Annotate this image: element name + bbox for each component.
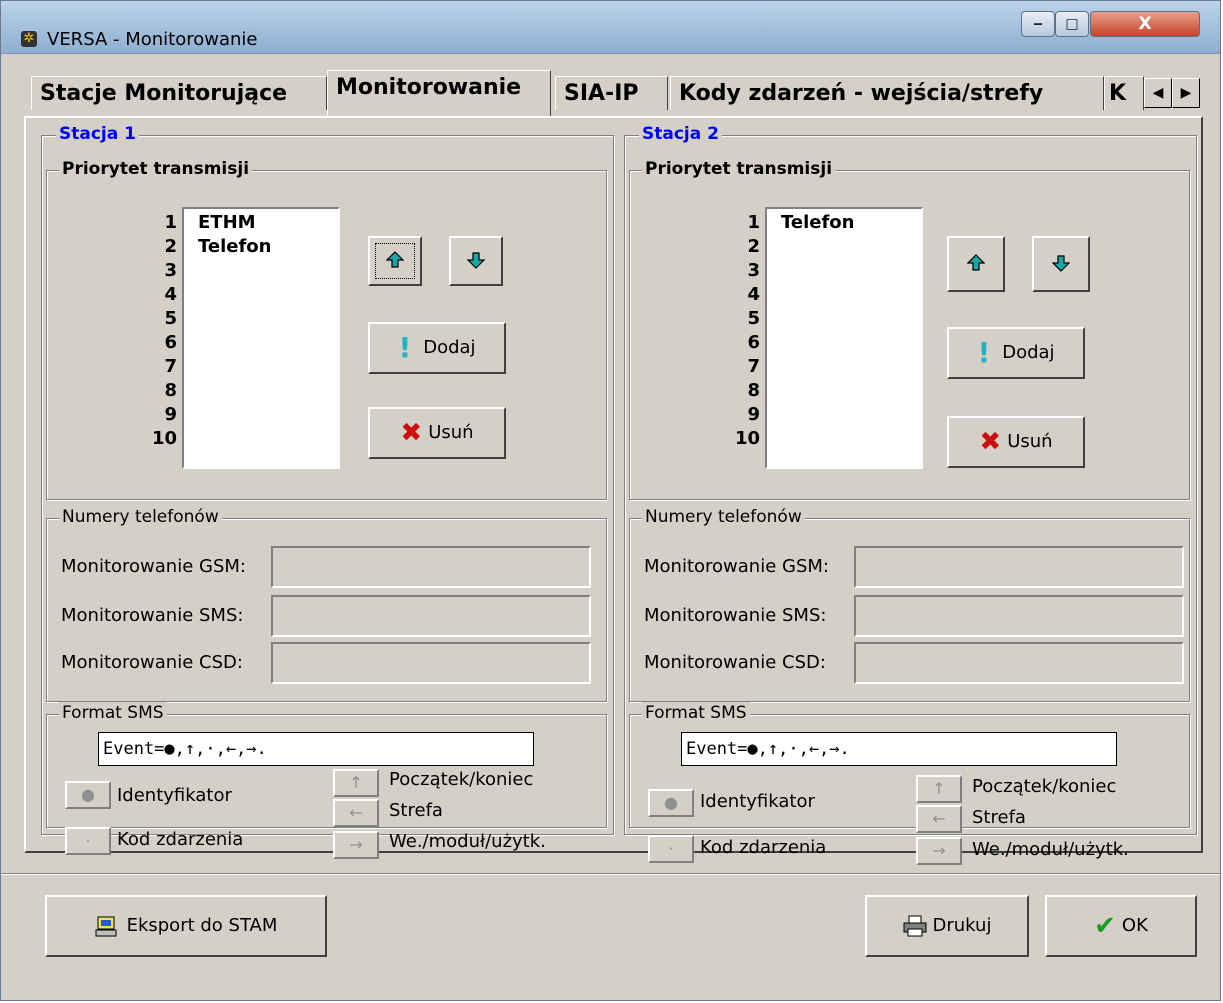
ok-button[interactable]: ✔ OK: [1045, 895, 1197, 957]
station-2-gsm-label: Monitorowanie GSM:: [644, 556, 829, 577]
arrow-down-icon: [1052, 255, 1070, 272]
station-2-priority-title: Priorytet transmisji: [642, 158, 836, 180]
red-x-icon: ✖: [400, 418, 423, 448]
station-2-zone-button[interactable]: ←: [916, 805, 962, 833]
station-1-priority-numbers: 1 2 3 4 5 6 7 8 9 10: [151, 212, 177, 449]
station-1-gsm-label: Monitorowanie GSM:: [61, 556, 246, 577]
station-2-zone-label: Strefa: [972, 807, 1026, 828]
station-2-identifier-label: Identyfikator: [700, 791, 815, 812]
station-1-csd-label: Monitorowanie CSD:: [61, 652, 243, 673]
station-1-identifier-label: Identyfikator: [117, 785, 232, 806]
maximize-button[interactable]: □: [1055, 11, 1089, 37]
station-2-sms-field[interactable]: [854, 595, 1184, 637]
station-2-remove-button[interactable]: ✖ Usuń: [947, 416, 1085, 468]
station-2-sms-format-group: Format SMS Event=●,↑,·,←,→. ● Identyfika…: [629, 702, 1190, 865]
station-2-remove-label: Usuń: [1007, 431, 1053, 452]
checkmark-icon: ✔: [1094, 911, 1116, 941]
station-2-input-module-button[interactable]: →: [916, 837, 962, 865]
tab-sia-ip[interactable]: SIA-IP: [555, 76, 668, 110]
tab-scroll-right-icon[interactable]: ▶: [1172, 78, 1200, 108]
station-2-move-down-button[interactable]: [1032, 236, 1090, 292]
station-2-move-up-button[interactable]: [947, 236, 1005, 292]
tab-scroll-left-icon[interactable]: ◀: [1144, 78, 1172, 108]
station-1-priority-group: Priorytet transmisji 1 2 3 4 5 6 7 8 9 1…: [46, 158, 607, 500]
station-2-phones-title: Numery telefonów: [642, 506, 805, 528]
station-1-title: Stacja 1: [56, 123, 139, 145]
exclamation-icon: !: [398, 331, 412, 364]
station-1-phones-title: Numery telefonów: [59, 506, 222, 528]
station-2-add-label: Dodaj: [1002, 342, 1055, 363]
station-2-add-button[interactable]: ! Dodaj: [947, 327, 1085, 379]
station-1-priority-list[interactable]: ETHM Telefon: [182, 207, 340, 469]
station-1-add-button[interactable]: ! Dodaj: [368, 322, 506, 374]
station-2-csd-label: Monitorowanie CSD:: [644, 652, 826, 673]
station-1-phones-group: Numery telefonów Monitorowanie GSM: Moni…: [46, 506, 607, 702]
export-to-stam-label: Eksport do STAM: [126, 915, 278, 936]
station-1-identifier-button[interactable]: ●: [65, 781, 111, 809]
arrow-up-icon: [967, 254, 985, 271]
export-to-stam-button[interactable]: Eksport do STAM: [45, 895, 327, 957]
station-1-group: Stacja 1 Priorytet transmisji 1 2 3 4 5 …: [41, 123, 614, 859]
station-2-priority-numbers: 1 2 3 4 5 6 7 8 9 10: [734, 212, 760, 449]
station-1-csd-field[interactable]: [271, 642, 591, 684]
station-2-priority-group: Priorytet transmisji 1 2 3 4 5 6 7 8 9 1…: [629, 158, 1190, 500]
station-1-sms-format-group: Format SMS Event=●,↑,·,←,→. ● Identyfika…: [46, 702, 607, 859]
station-1-sms-format-title: Format SMS: [59, 702, 167, 724]
versa-monitoring-window: ✲ VERSA - Monitorowanie ‒ □ X Stacje Mon…: [0, 0, 1221, 1001]
station-2-csd-field[interactable]: [854, 642, 1184, 684]
station-1-event-code-button[interactable]: ·: [65, 827, 111, 855]
station-2-sms-format-title: Format SMS: [642, 702, 750, 724]
station-2-event-code-label: Kod zdarzenia: [700, 837, 827, 858]
station-1-sms-format-input[interactable]: Event=●,↑,·,←,→.: [98, 732, 534, 766]
station-2-phones-group: Numery telefonów Monitorowanie GSM: Moni…: [629, 506, 1190, 702]
tab-strip: Stacje Monitorujące Monitorowanie SIA-IP…: [1, 54, 1220, 116]
station-2-sms-label: Monitorowanie SMS:: [644, 605, 827, 626]
station-2-title: Stacja 2: [639, 123, 722, 145]
tab-stacje-monitorujace[interactable]: Stacje Monitorujące: [31, 76, 327, 110]
station-2-sms-format-input[interactable]: Event=●,↑,·,←,→.: [681, 732, 1117, 766]
station-1-remove-button[interactable]: ✖ Usuń: [368, 407, 506, 459]
exclamation-icon: !: [977, 336, 991, 369]
station-1-start-end-button[interactable]: ↑: [333, 769, 379, 797]
station-1-sms-label: Monitorowanie SMS:: [61, 605, 244, 626]
arrow-up-icon: [386, 251, 404, 268]
app-icon: ✲: [21, 31, 37, 47]
tab-kody-zdarzen[interactable]: Kody zdarzeń - wejścia/strefy: [670, 76, 1104, 110]
minimize-button[interactable]: ‒: [1021, 11, 1055, 37]
station-1-event-code-label: Kod zdarzenia: [117, 829, 244, 850]
station-2-event-code-button[interactable]: ·: [648, 835, 694, 863]
tab-truncated[interactable]: K: [1104, 76, 1144, 110]
station-2-identifier-button[interactable]: ●: [648, 789, 694, 817]
printer-icon: [903, 915, 927, 937]
close-button[interactable]: X: [1090, 11, 1200, 37]
arrow-down-icon: [467, 252, 485, 269]
window-title: VERSA - Monitorowanie: [47, 29, 258, 50]
station-1-remove-label: Usuń: [428, 422, 474, 443]
station-1-zone-button[interactable]: ←: [333, 799, 379, 827]
station-2-gsm-field[interactable]: [854, 546, 1184, 588]
station-2-start-end-button[interactable]: ↑: [916, 775, 962, 803]
computer-export-icon: [95, 916, 117, 937]
station-2-priority-list[interactable]: Telefon: [765, 207, 923, 469]
station-1-input-module-button[interactable]: →: [333, 831, 379, 859]
station-1-start-end-label: Początek/koniec: [389, 769, 534, 790]
title-bar[interactable]: ✲ VERSA - Monitorowanie ‒ □ X: [1, 1, 1220, 54]
station-1-sms-field[interactable]: [271, 595, 591, 637]
station-1-move-up-button[interactable]: [368, 236, 422, 286]
station-2-group: Stacja 2 Priorytet transmisji 1 2 3 4 5 …: [624, 123, 1197, 865]
tab-monitorowanie[interactable]: Monitorowanie: [327, 70, 551, 116]
station-1-gsm-field[interactable]: [271, 546, 591, 588]
print-button[interactable]: Drukuj: [865, 895, 1029, 957]
station-1-input-module-label: We./moduł/użytk.: [389, 831, 546, 852]
station-1-add-label: Dodaj: [423, 337, 476, 358]
ok-label: OK: [1121, 915, 1148, 936]
station-2-input-module-label: We./moduł/użytk.: [972, 839, 1129, 860]
station-1-zone-label: Strefa: [389, 800, 443, 821]
station-2-start-end-label: Początek/koniec: [972, 776, 1117, 797]
station-1-move-down-button[interactable]: [449, 236, 503, 286]
station-1-priority-title: Priorytet transmisji: [59, 158, 253, 180]
print-label: Drukuj: [932, 915, 992, 936]
footer-divider: [1, 873, 1220, 875]
red-x-icon: ✖: [979, 427, 1002, 457]
